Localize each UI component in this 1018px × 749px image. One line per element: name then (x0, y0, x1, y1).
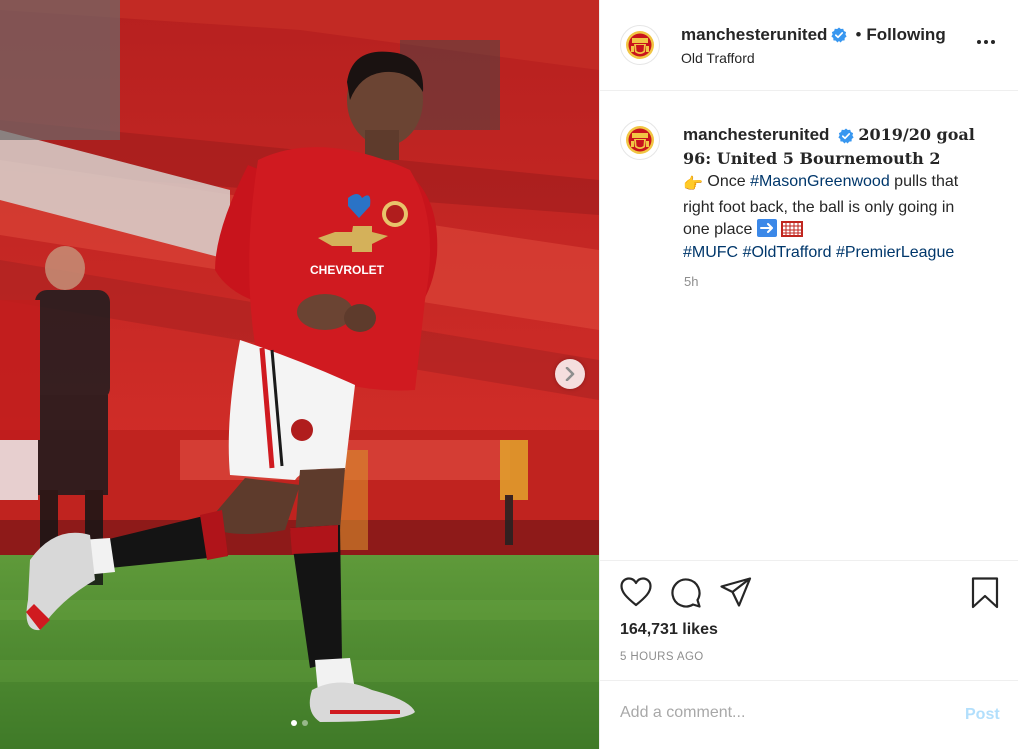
more-options-icon (977, 40, 981, 44)
chevron-right-icon (565, 367, 575, 381)
follow-separator: • (855, 25, 862, 44)
username-link[interactable]: manchesterunited (681, 25, 827, 45)
post-media[interactable]: CHEVROLET (0, 0, 599, 749)
caption-username-link[interactable]: manchesterunited (683, 125, 829, 144)
goal-net-icon (781, 221, 804, 237)
next-slide-button[interactable] (555, 359, 585, 389)
club-crest-icon (626, 126, 654, 154)
post-time[interactable]: 5 HOURS AGO (620, 651, 704, 663)
location-link[interactable]: Old Trafford (681, 50, 755, 66)
caption-text: manchesterunited 2019/20 goal 96: United… (683, 124, 983, 264)
heart-icon[interactable] (620, 577, 652, 607)
carousel-dot-active (291, 720, 297, 726)
post-comment-button[interactable]: Post (965, 706, 1000, 724)
hashtag-link[interactable]: #OldTrafford (743, 244, 832, 261)
post-photo: CHEVROLET (0, 0, 599, 749)
verified-badge-icon (838, 128, 854, 144)
verified-badge-icon (831, 27, 848, 43)
hashtag-link[interactable]: #MUFC (683, 244, 738, 261)
carousel-dot (302, 720, 308, 726)
right-arrow-icon (756, 219, 777, 237)
avatar[interactable] (620, 25, 660, 65)
comment-bar: Post (600, 680, 1018, 749)
likes-count[interactable]: 164,731 likes (620, 621, 718, 639)
header-user-line: manchesterunited • Following (681, 25, 946, 45)
pointing-hand-icon: 👉 (683, 176, 703, 193)
comment-input[interactable] (620, 704, 940, 722)
more-options-icon (991, 40, 995, 44)
club-crest-icon (626, 31, 654, 59)
post-actions: 164,731 likes 5 HOURS AGO (600, 560, 1018, 680)
bookmark-icon[interactable] (971, 577, 999, 609)
share-icon[interactable] (720, 577, 752, 607)
hashtag-link[interactable]: #MasonGreenwood (750, 173, 890, 190)
avatar[interactable] (620, 120, 660, 160)
hashtag-link[interactable]: #PremierLeague (836, 244, 954, 261)
caption-timestamp[interactable]: 5h (684, 274, 698, 289)
post-header: manchesterunited • Following Old Traffor… (600, 0, 1018, 91)
following-button[interactable]: Following (866, 25, 945, 45)
carousel-indicator (0, 720, 599, 726)
svg-text:CHEVROLET: CHEVROLET (310, 263, 385, 277)
post-panel: manchesterunited • Following Old Traffor… (599, 0, 1018, 749)
comment-icon[interactable] (670, 577, 702, 609)
more-options-icon (984, 40, 988, 44)
caption-body-start: Once (707, 173, 746, 190)
more-options-button[interactable] (977, 34, 995, 50)
